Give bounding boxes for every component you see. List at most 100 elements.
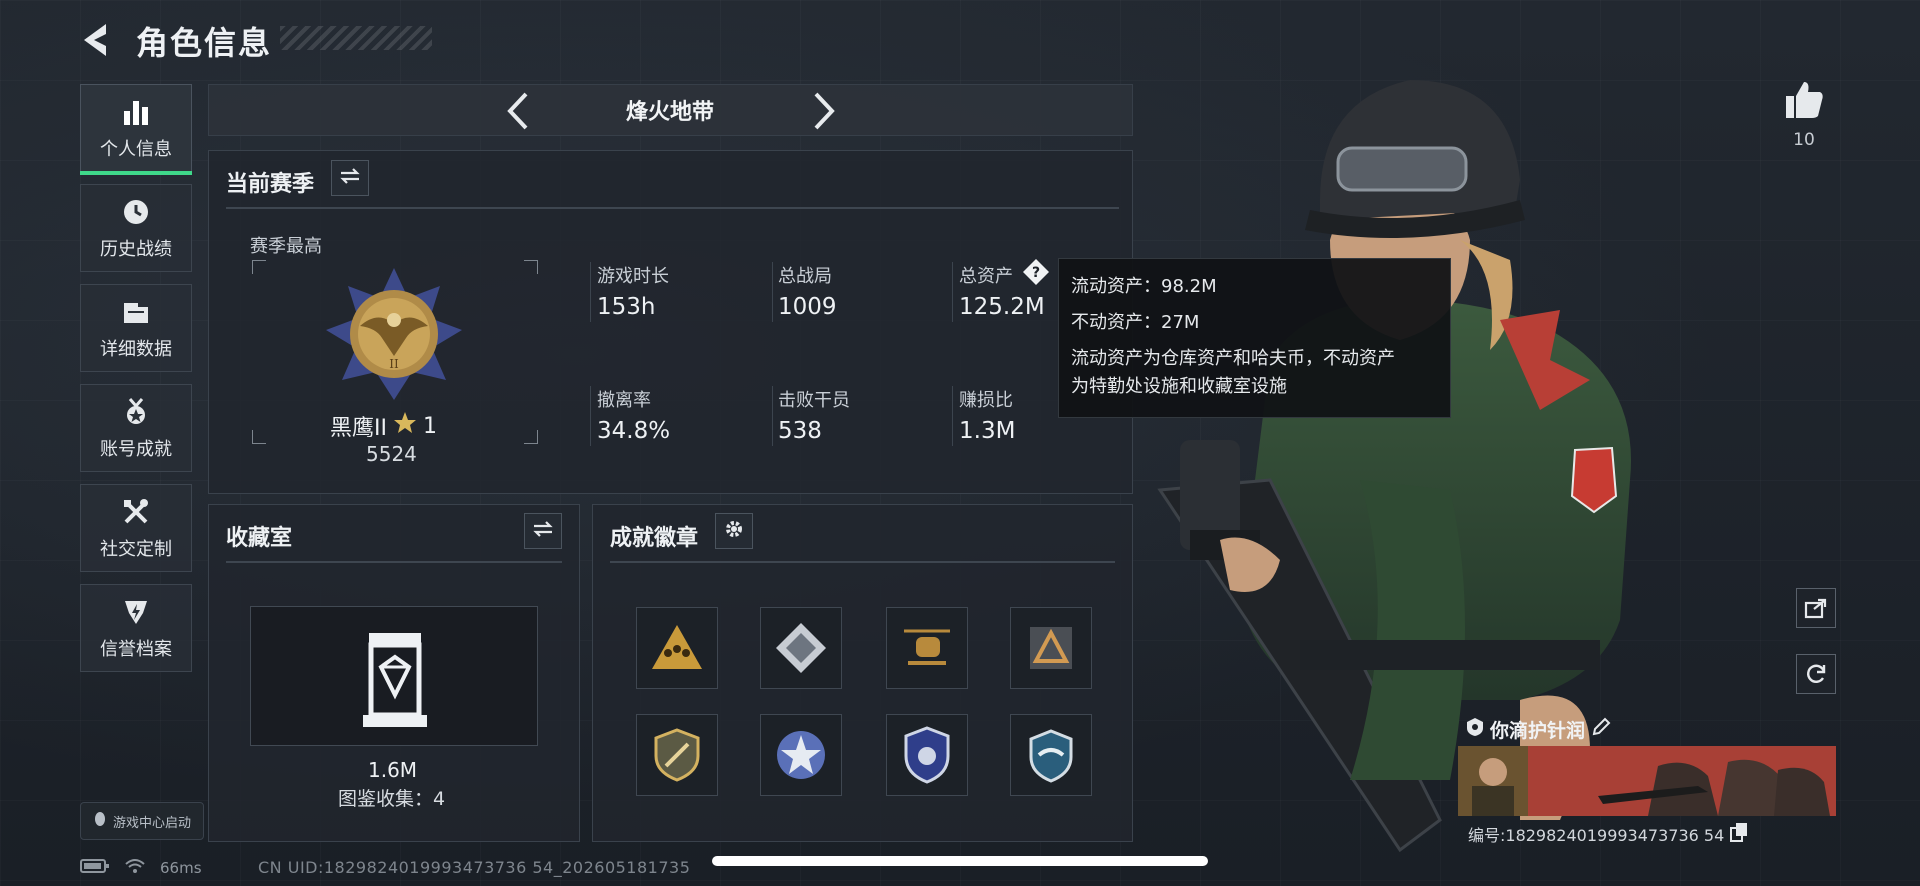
home-indicator[interactable] (712, 856, 1208, 866)
nav-item-social[interactable]: 社交定制 (80, 484, 192, 572)
tools-icon (119, 495, 153, 529)
collection-value: 1.6M (368, 758, 418, 782)
player-uid-row: 编号:1829824019993473736 54 (1468, 822, 1748, 846)
player-banner[interactable] (1458, 746, 1836, 816)
badge-triangle-emblem[interactable] (1010, 607, 1092, 689)
rank-star-icon (393, 411, 417, 441)
season-best-label: 赛季最高 (250, 236, 322, 257)
player-emblem-icon (1466, 717, 1484, 742)
swap-icon (339, 167, 361, 189)
achievements-divider (610, 561, 1115, 563)
back-button[interactable] (78, 20, 114, 60)
title-decoration (280, 26, 432, 50)
eagle-shield-badge-icon (904, 726, 950, 784)
triangle-emblem-badge-icon (1030, 627, 1072, 669)
nav-item-detail-data[interactable]: 详细数据 (80, 284, 192, 372)
stat-separator (952, 262, 953, 322)
collection-catalog: 图鉴收集：4 (338, 788, 446, 810)
stat-label-total-assets: 总资产 (959, 266, 1013, 287)
nav-label: 历史战绩 (100, 239, 172, 260)
rank-emblem-icon: II (320, 264, 468, 404)
thumbs-up-icon (1786, 82, 1823, 118)
nav-item-history[interactable]: 历史战绩 (80, 184, 192, 272)
credit-shield-icon (119, 595, 153, 629)
player-name-row: 你滴护针润 (1466, 716, 1611, 743)
cn-uid-watermark: CN UID:1829824019993473736 54_2026051817… (258, 858, 691, 877)
history-clock-icon (119, 195, 153, 229)
stat-value-kills: 538 (778, 418, 822, 444)
badge-helicopter[interactable] (886, 607, 968, 689)
player-uid: 编号:1829824019993473736 54 (1468, 826, 1725, 845)
page-title: 角色信息 (136, 24, 273, 62)
like-button[interactable] (1782, 78, 1826, 122)
stat-value-profit-ratio: 1.3M (959, 418, 1016, 444)
triangle-squad-badge-icon (652, 625, 702, 669)
battery-icon (80, 858, 110, 878)
mode-prev-button[interactable] (500, 88, 536, 134)
stat-value-extract-rate: 34.8% (597, 418, 671, 444)
diamond-map-badge-icon (776, 623, 826, 673)
stat-value-total-matches: 1009 (778, 294, 837, 320)
mode-title: 烽火地带 (625, 100, 714, 125)
svg-text:?: ? (1032, 265, 1040, 281)
tooltip-description-line-1: 流动资产为仓库资产和哈夫币，不动资产 (1071, 348, 1395, 369)
assets-help-icon[interactable]: ? (1022, 258, 1050, 286)
refresh-button[interactable] (1796, 654, 1836, 694)
wings-shield-badge-icon (1029, 729, 1073, 783)
qq-penguin-icon (93, 811, 107, 831)
nav-label: 账号成就 (100, 439, 172, 460)
stat-value-total-assets: 125.2M (959, 294, 1045, 320)
game-center-launch-badge[interactable]: 游戏中心启动 (80, 802, 204, 840)
folder-icon (119, 295, 153, 329)
badge-eagle-shield[interactable] (886, 714, 968, 796)
nav-label: 信誉档案 (100, 639, 172, 660)
collection-showcase[interactable] (250, 606, 538, 746)
stat-label-profit-ratio: 赚损比 (959, 390, 1013, 411)
nav-item-credit[interactable]: 信誉档案 (80, 584, 192, 672)
stat-value-playtime: 153h (597, 294, 656, 320)
achievements-settings-button[interactable] (715, 513, 753, 549)
star-circle-badge-icon (777, 731, 825, 779)
stat-separator (772, 262, 773, 322)
season-switch-button[interactable] (331, 160, 369, 196)
mode-next-button[interactable] (806, 88, 842, 134)
status-bar: 66ms (80, 858, 202, 878)
season-divider (226, 207, 1119, 209)
display-case-icon (351, 631, 439, 731)
collection-divider (226, 561, 562, 563)
stat-separator (590, 262, 591, 322)
nav-item-achievements[interactable]: 账号成就 (80, 384, 192, 472)
share-icon (1804, 598, 1827, 619)
wifi-icon (124, 858, 146, 878)
edit-name-icon[interactable] (1591, 717, 1611, 742)
collection-title: 收藏室 (226, 526, 293, 551)
stat-separator (952, 386, 953, 446)
collection-switch-button[interactable] (524, 513, 562, 549)
knife-shield-badge-icon (654, 728, 700, 782)
share-button[interactable] (1796, 588, 1836, 628)
helicopter-badge-icon (904, 629, 950, 665)
stat-label-playtime: 游戏时长 (597, 266, 669, 287)
refresh-icon (1807, 664, 1826, 683)
swap-icon (532, 520, 554, 542)
rank-name-row: 黑鹰II 1 (330, 410, 437, 442)
stat-label-kills: 击败干员 (778, 390, 850, 411)
stat-label-total-matches: 总战局 (778, 266, 832, 287)
badge-diamond-map[interactable] (760, 607, 842, 689)
tooltip-fixed-assets: 不动资产：27M (1071, 312, 1200, 333)
badge-star-circle[interactable] (760, 714, 842, 796)
player-name: 你滴护针润 (1490, 720, 1586, 742)
stat-separator (772, 386, 773, 446)
badge-wings-shield[interactable] (1010, 714, 1092, 796)
nav-item-personal-info[interactable]: 个人信息 (80, 84, 192, 175)
svg-text:II: II (389, 357, 399, 371)
bar-chart-icon (119, 95, 153, 129)
copy-icon[interactable] (1730, 822, 1748, 846)
rank-stars: 1 (422, 413, 437, 439)
stat-label-extract-rate: 撤离率 (597, 390, 651, 411)
badge-knife-shield[interactable] (636, 714, 718, 796)
season-title: 当前赛季 (226, 172, 315, 197)
badge-triangle-squad[interactable] (636, 607, 718, 689)
tooltip-description-line-2: 为特勤处设施和收藏室设施 (1071, 376, 1287, 397)
like-count: 10 (1793, 130, 1815, 150)
